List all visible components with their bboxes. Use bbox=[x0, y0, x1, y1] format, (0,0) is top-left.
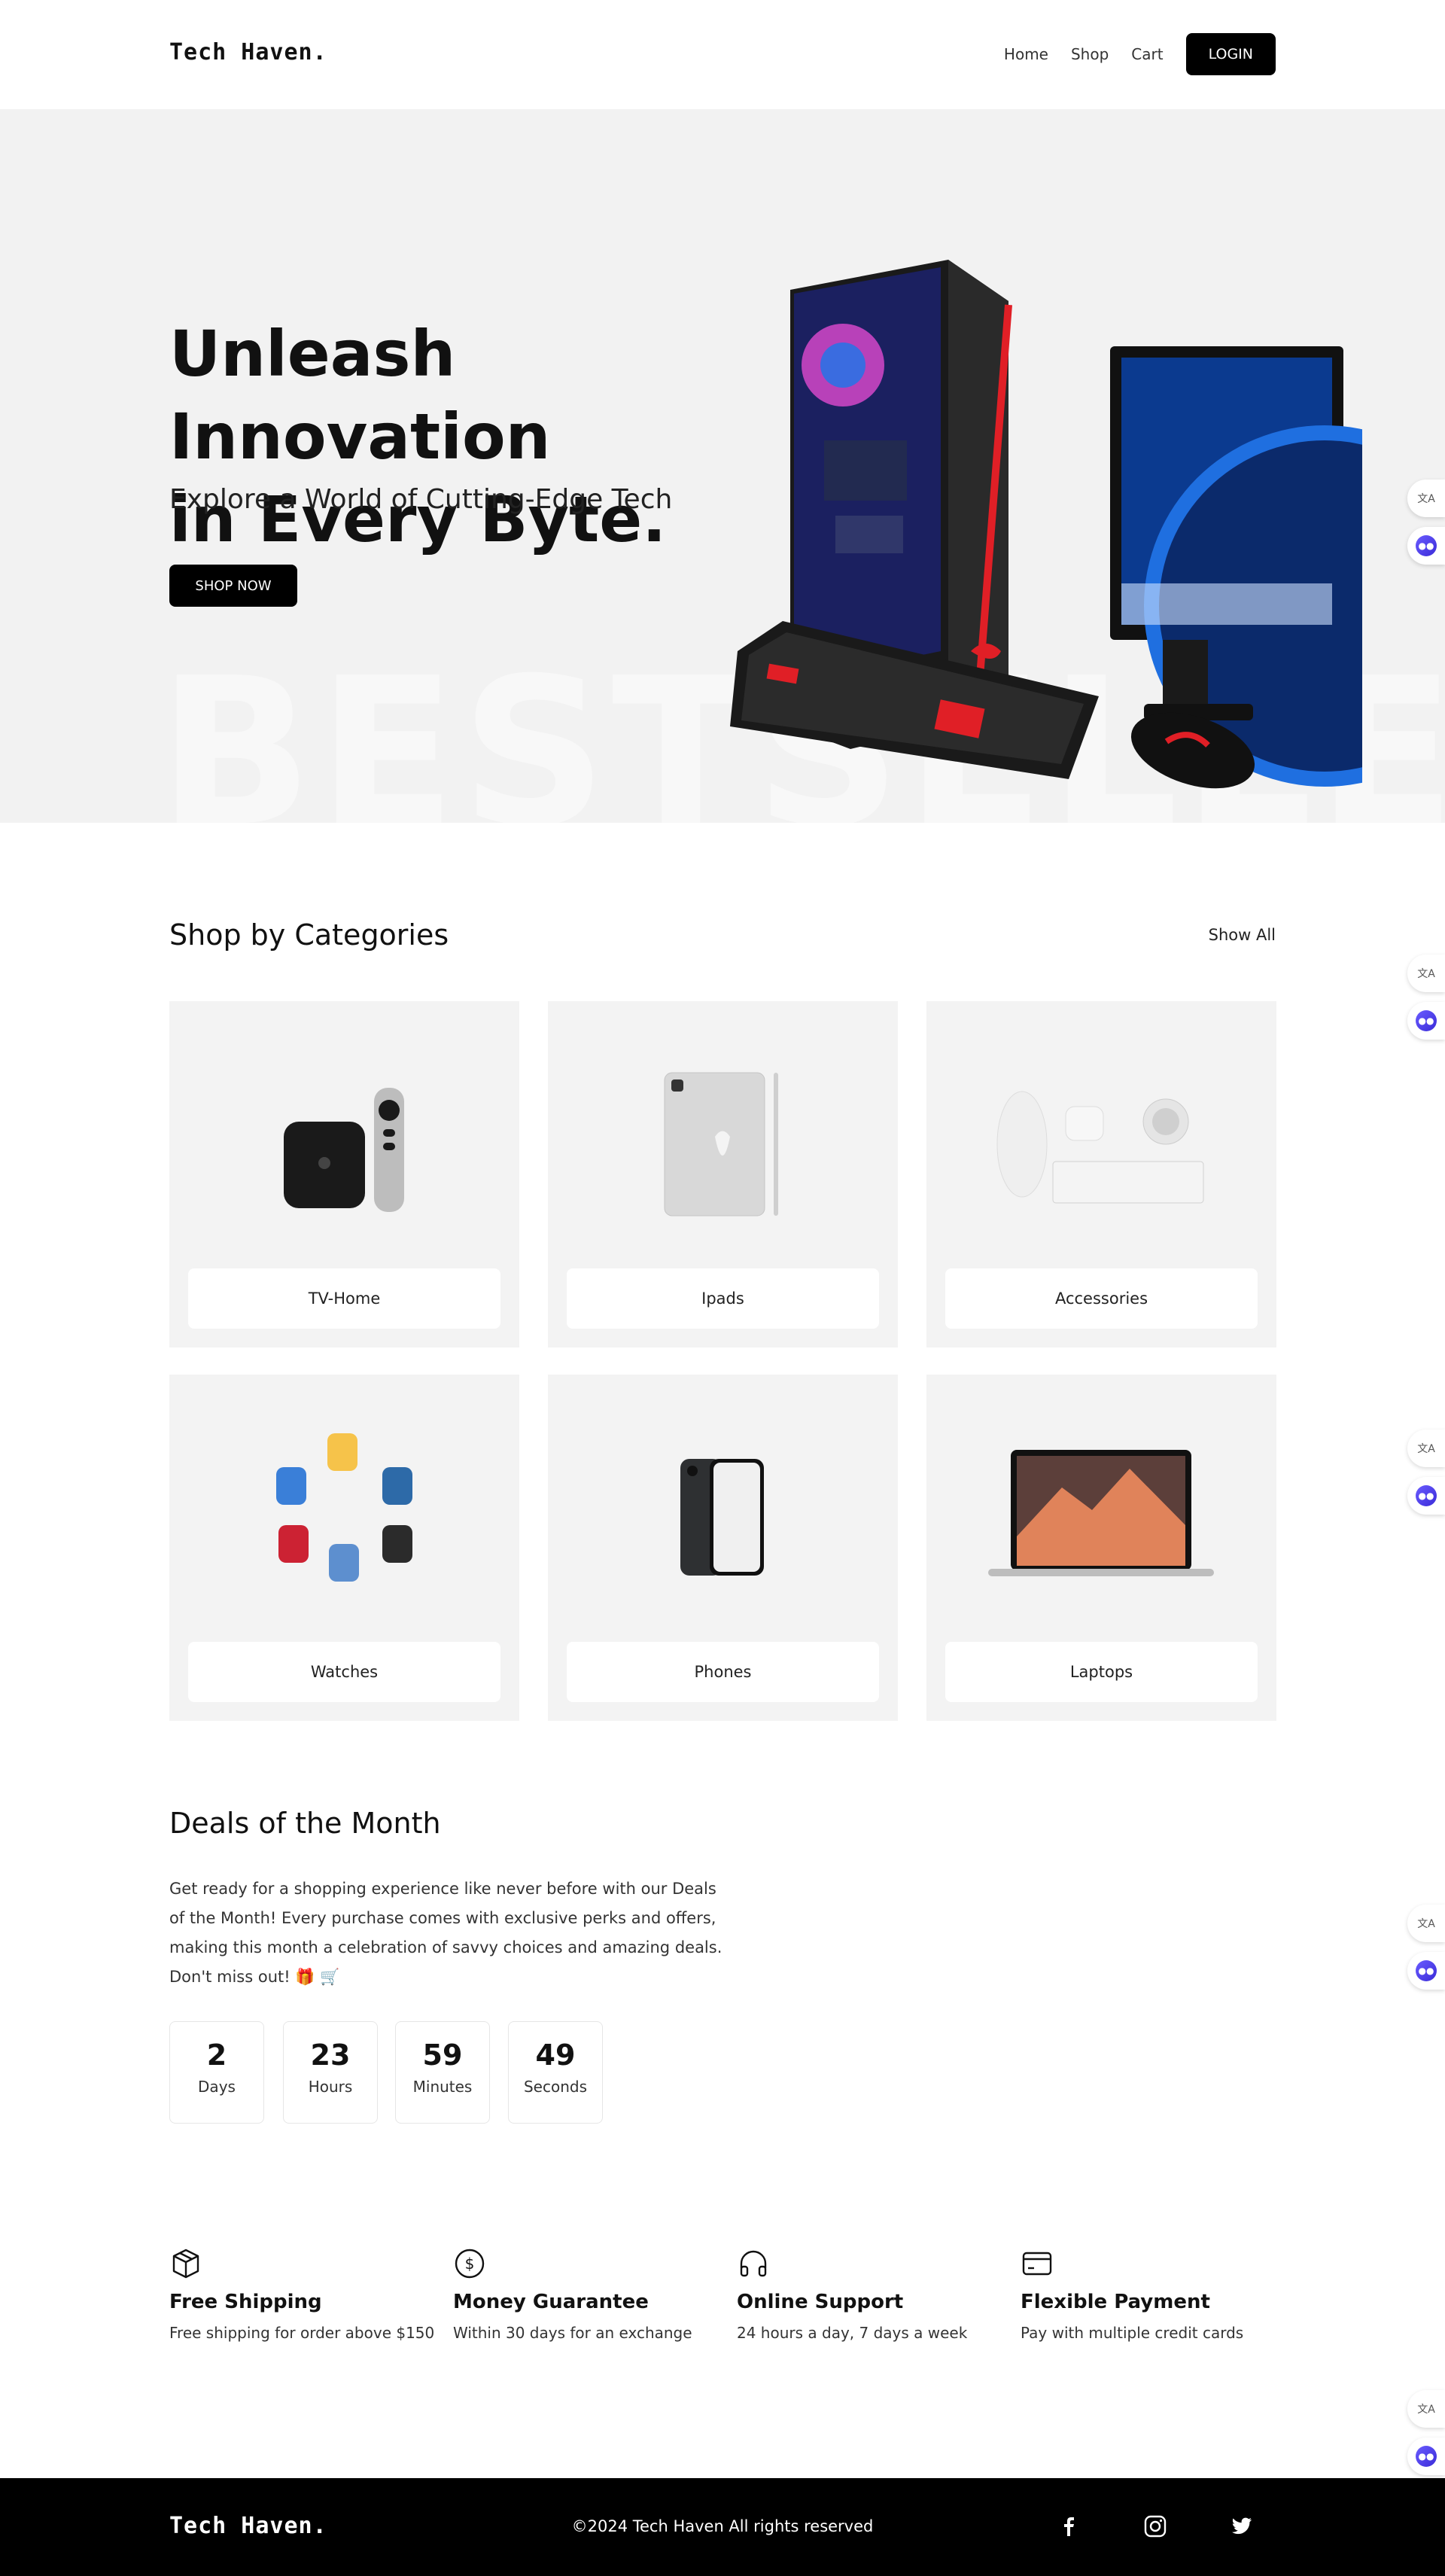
watches-icon bbox=[276, 1433, 412, 1582]
laptop-icon bbox=[988, 1450, 1214, 1576]
translate-icon: 文A bbox=[1417, 1918, 1435, 1930]
category-label: Watches bbox=[188, 1642, 500, 1702]
countdown-minutes: 59 Minutes bbox=[395, 2021, 490, 2124]
feature-description: Within 30 days for an exchange bbox=[453, 2324, 692, 2342]
twitter-icon[interactable] bbox=[1228, 2513, 1255, 2540]
category-card-watches[interactable]: Watches bbox=[169, 1375, 519, 1721]
deals-title: Deals of the Month bbox=[169, 1807, 441, 1840]
dollar-icon: $ bbox=[455, 2249, 485, 2279]
iphone-icon bbox=[680, 1459, 764, 1576]
countdown-seconds: 49 Seconds bbox=[508, 2021, 603, 2124]
assistant-icon: ●● bbox=[1416, 1010, 1437, 1031]
login-button[interactable]: LOGIN bbox=[1185, 33, 1276, 75]
countdown-unit: Minutes bbox=[412, 2078, 473, 2096]
hero-section: BESTSELLER Unleash Innovation in Every B… bbox=[0, 109, 1445, 823]
accessories-icon bbox=[996, 1091, 1204, 1204]
countdown-value: 23 bbox=[310, 2039, 351, 2072]
translate-widget-button[interactable]: 文A bbox=[1407, 480, 1445, 517]
hero-title: Unleash Innovation in Every Byte. bbox=[169, 312, 786, 561]
category-label: Ipads bbox=[567, 1268, 879, 1329]
box-icon bbox=[172, 2249, 199, 2279]
categories-title: Shop by Categories bbox=[169, 918, 449, 952]
countdown-value: 59 bbox=[422, 2039, 463, 2072]
feature-description: Pay with multiple credit cards bbox=[1021, 2324, 1244, 2342]
translate-icon: 文A bbox=[1417, 493, 1435, 505]
feature-money-guarantee: $ Money Guarantee Within 30 days for an … bbox=[453, 2247, 724, 2346]
credit-card-icon bbox=[1022, 2252, 1052, 2276]
feature-title: Money Guarantee bbox=[453, 2291, 649, 2313]
feature-free-shipping: Free Shipping Free shipping for order ab… bbox=[169, 2247, 440, 2346]
feature-description: 24 hours a day, 7 days a week bbox=[737, 2324, 968, 2342]
assistant-icon: ●● bbox=[1416, 1485, 1437, 1506]
translate-icon: 文A bbox=[1417, 1443, 1435, 1455]
translate-widget-button[interactable]: 文A bbox=[1407, 1905, 1445, 1942]
countdown-unit: Days bbox=[198, 2078, 236, 2096]
gaming-pc-setup-image bbox=[730, 260, 1362, 789]
feature-title: Flexible Payment bbox=[1021, 2291, 1210, 2313]
countdown-value: 49 bbox=[535, 2039, 576, 2072]
assistant-widget-button[interactable]: ●● bbox=[1407, 1477, 1445, 1515]
ipad-icon bbox=[664, 1072, 778, 1216]
countdown-days: 2 Days bbox=[169, 2021, 264, 2124]
nav-home-link[interactable]: Home bbox=[1004, 45, 1048, 63]
assistant-icon: ●● bbox=[1416, 2446, 1437, 2467]
feature-flexible-payment: Flexible Payment Pay with multiple credi… bbox=[1021, 2247, 1291, 2346]
deals-description: Get ready for a shopping experience like… bbox=[169, 1880, 722, 1986]
hero-subtitle: Explore a World of Cutting-Edge Tech bbox=[169, 484, 673, 515]
category-label: TV-Home bbox=[188, 1268, 500, 1329]
translate-widget-button[interactable]: 文A bbox=[1407, 955, 1445, 992]
nav-cart-link[interactable]: Cart bbox=[1131, 45, 1163, 63]
translate-widget-button[interactable]: 文A bbox=[1407, 1430, 1445, 1467]
countdown-hours: 23 Hours bbox=[283, 2021, 378, 2124]
facebook-icon[interactable] bbox=[1055, 2513, 1082, 2540]
hero-title-line1: Unleash Innovation bbox=[169, 317, 551, 473]
shop-now-button[interactable]: SHOP NOW bbox=[169, 565, 297, 607]
assistant-widget-button[interactable]: ●● bbox=[1407, 2437, 1445, 2475]
site-footer: Tech Haven. ©2024 Tech Haven All rights … bbox=[0, 2478, 1445, 2576]
translate-widget-button[interactable]: 文A bbox=[1407, 2390, 1445, 2428]
category-label: Phones bbox=[567, 1642, 879, 1702]
assistant-widget-button[interactable]: ●● bbox=[1407, 1002, 1445, 1040]
countdown-unit: Seconds bbox=[523, 2078, 588, 2096]
show-all-link[interactable]: Show All bbox=[1209, 926, 1276, 944]
apple-tv-icon bbox=[284, 1088, 404, 1212]
assistant-icon: ●● bbox=[1416, 535, 1437, 556]
site-logo[interactable]: Tech Haven. bbox=[169, 39, 327, 65]
feature-description: Free shipping for order above $150 bbox=[169, 2324, 435, 2342]
category-card-accessories[interactable]: Accessories bbox=[926, 1001, 1276, 1347]
category-card-tv-home[interactable]: TV-Home bbox=[169, 1001, 519, 1347]
category-label: Laptops bbox=[945, 1642, 1258, 1702]
site-header: Tech Haven. Home Shop Cart LOGIN bbox=[0, 0, 1445, 109]
category-card-laptops[interactable]: Laptops bbox=[926, 1375, 1276, 1721]
category-card-ipads[interactable]: Ipads bbox=[548, 1001, 898, 1347]
assistant-icon: ●● bbox=[1416, 1960, 1437, 1981]
translate-icon: 文A bbox=[1417, 2404, 1435, 2416]
instagram-icon[interactable] bbox=[1142, 2513, 1169, 2540]
category-card-phones[interactable]: Phones bbox=[548, 1375, 898, 1721]
translate-icon: 文A bbox=[1417, 968, 1435, 980]
headphones-icon bbox=[740, 2250, 767, 2277]
assistant-widget-button[interactable]: ●● bbox=[1407, 1952, 1445, 1990]
main-nav: Home Shop Cart LOGIN bbox=[1004, 33, 1276, 75]
svg-text:$: $ bbox=[465, 2255, 475, 2273]
feature-title: Free Shipping bbox=[169, 2291, 322, 2313]
assistant-widget-button[interactable]: ●● bbox=[1407, 527, 1445, 565]
countdown-unit: Hours bbox=[308, 2078, 353, 2096]
countdown-value: 2 bbox=[206, 2039, 227, 2072]
feature-title: Online Support bbox=[737, 2291, 904, 2313]
feature-online-support: Online Support 24 hours a day, 7 days a … bbox=[737, 2247, 1008, 2346]
category-label: Accessories bbox=[945, 1268, 1258, 1329]
nav-shop-link[interactable]: Shop bbox=[1071, 45, 1109, 63]
